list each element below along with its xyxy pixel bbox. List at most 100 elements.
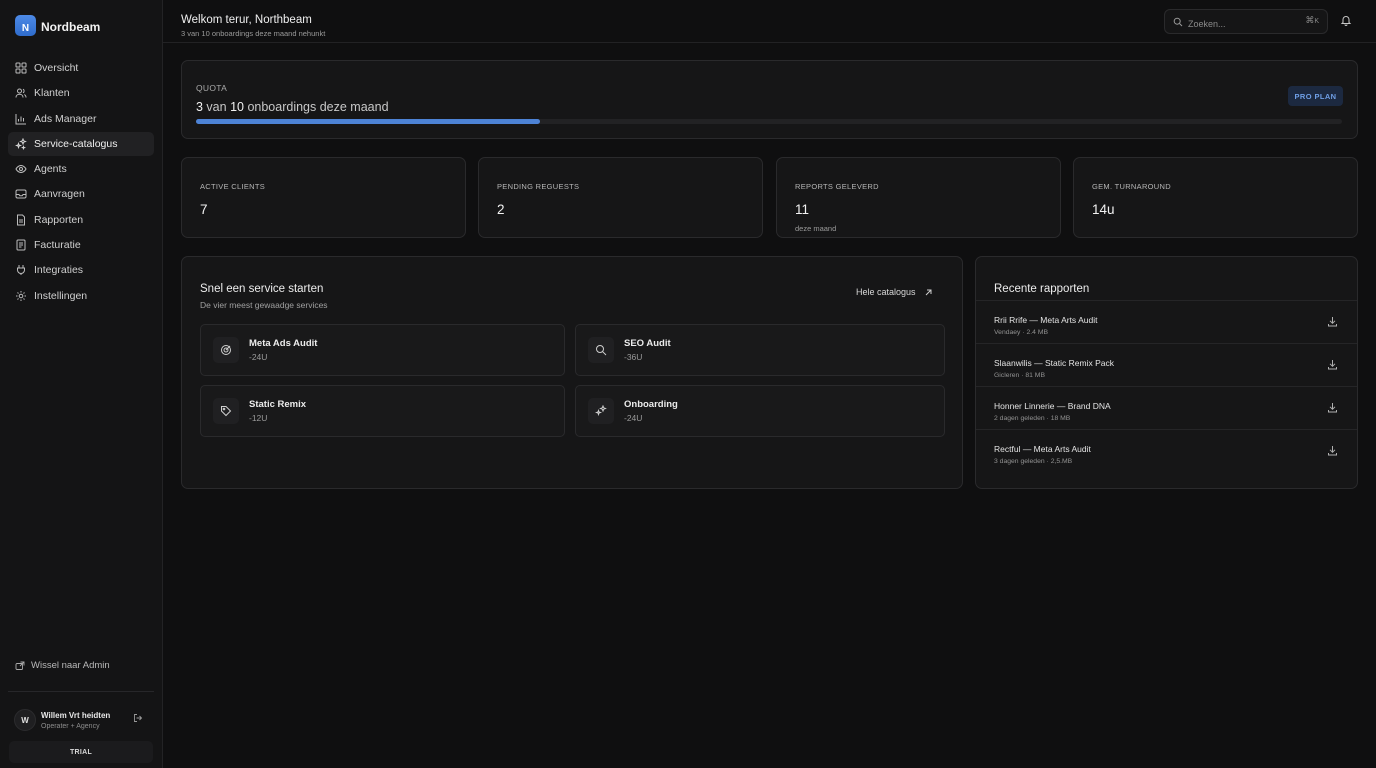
user-profile[interactable]: W Willem Vrt heidten Operater + Agency: [14, 709, 154, 731]
sidebar-item-klanten[interactable]: Klanten: [8, 81, 154, 105]
service-time: -12U: [249, 413, 268, 423]
quota-middle: van: [202, 100, 231, 114]
page-title: Welkom terur, Northbeam: [181, 14, 312, 26]
search-icon: [588, 337, 614, 363]
sidebar-item-label: Service-catalogus: [34, 137, 118, 150]
service-text: SEO Audit -36U: [624, 338, 671, 362]
report-meta: 3 dagen geleden · 2,5.MB: [994, 458, 1073, 465]
report-name: Honner Linnerie — Brand DNA: [994, 401, 1111, 411]
quota-used: 3: [196, 100, 203, 114]
file-icon: [15, 214, 27, 226]
report-name: Rectful — Meta Arts Audit: [994, 444, 1091, 454]
trial-badge[interactable]: TRIAL: [9, 741, 153, 763]
sidebar-item-agents[interactable]: Agents: [8, 157, 154, 181]
sidebar-item-instellingen[interactable]: Instellingen: [8, 284, 154, 308]
report-list: Rrii Rrife — Meta Arts Audit Vendaey · 2…: [976, 300, 1357, 472]
plan-badge[interactable]: PRO PLAN: [1288, 86, 1343, 106]
search-box[interactable]: ⌘K: [1164, 9, 1328, 34]
logout-icon[interactable]: [133, 713, 143, 723]
sparkles-icon: [588, 398, 614, 424]
quota-card: QUOTA 3 van 10 onboardings deze maand PR…: [181, 60, 1358, 139]
stat-card-reports-geleverd[interactable]: REPORTS GELEVERD 11 deze maand: [776, 157, 1061, 238]
service-name: Static Remix: [249, 399, 307, 410]
report-meta: Gicleren · 81 MB: [994, 372, 1045, 379]
search-icon: [1173, 17, 1183, 26]
quota-label: QUOTA: [196, 83, 228, 93]
shortcut-cmd: ⌘: [1305, 15, 1315, 25]
quota-progress-bar: [196, 119, 1342, 124]
page-subtitle: 3 van 10 onboardings deze maand nehunkt: [181, 29, 326, 38]
avatar: W: [14, 709, 36, 731]
sidebar-item-label: Oversicht: [34, 62, 79, 74]
inbox-icon: [15, 188, 27, 200]
sidebar-item-label: Instellingen: [34, 289, 88, 302]
quota-total: 10: [230, 100, 244, 114]
stat-label: PENDING REGUESTS: [497, 182, 580, 191]
list-item[interactable]: Rrii Rrife — Meta Arts Audit Vendaey · 2…: [976, 300, 1357, 343]
stat-label: GEM. TURNAROUND: [1092, 182, 1171, 191]
stat-sub: deze maand: [795, 224, 837, 233]
download-icon[interactable]: [1327, 402, 1338, 413]
brand[interactable]: N Nordbeam: [15, 15, 100, 36]
sidebar-item-label: Facturatie: [34, 239, 81, 252]
users-icon: [15, 87, 27, 99]
stat-card-active-clients[interactable]: ACTIVE CLIENTS 7: [181, 157, 466, 238]
sidebar-item-oversicht[interactable]: Oversicht: [8, 56, 154, 80]
stat-value: 2: [497, 202, 505, 217]
service-text: Static Remix -12U: [249, 399, 306, 423]
download-icon[interactable]: [1327, 445, 1338, 456]
service-onboarding[interactable]: Onboarding -24U: [575, 385, 945, 437]
sidebar-item-facturatie[interactable]: Facturatie: [8, 233, 154, 257]
service-seo-audit[interactable]: SEO Audit -36U: [575, 324, 945, 376]
sidebar-item-rapporten[interactable]: Rapporten: [8, 208, 154, 232]
tag-icon: [213, 398, 239, 424]
catalog-link-label: Hele catalogus: [856, 287, 916, 297]
sidebar-item-label: Aanvragen: [34, 188, 85, 201]
catalog-link[interactable]: Hele catalogus: [856, 287, 933, 297]
switch-admin-link[interactable]: Wissel naar Admin: [15, 660, 110, 671]
switch-icon: [15, 661, 25, 670]
user-text: Willem Vrt heidten Operater + Agency: [41, 711, 110, 730]
service-static-remix[interactable]: Static Remix -12U: [200, 385, 565, 437]
list-item[interactable]: Slaanwilis — Static Remix Pack Gicleren …: [976, 343, 1357, 386]
report-meta: Vendaey · 2.4 MB: [994, 329, 1049, 336]
receipt-icon: [15, 239, 27, 251]
sidebar-item-label: Rapporten: [34, 213, 84, 226]
download-icon[interactable]: [1327, 359, 1338, 370]
stat-card-pending-requests[interactable]: PENDING REGUESTS 2: [478, 157, 763, 238]
service-meta-ads-audit[interactable]: Meta Ads Audit -24U: [200, 324, 565, 376]
report-name: Slaanwilis — Static Remix Pack: [994, 358, 1114, 368]
search-input[interactable]: [1188, 19, 1298, 29]
list-item[interactable]: Rectful — Meta Arts Audit 3 dagen gelede…: [976, 429, 1357, 472]
quota-suffix: onboardings deze maand: [243, 100, 389, 114]
stat-value: 7: [200, 202, 208, 217]
sidebar-item-service-catalogus[interactable]: Service-catalogus: [8, 131, 154, 156]
service-text: Meta Ads Audit -24U: [249, 338, 317, 362]
plug-icon: [15, 264, 27, 276]
brand-logo: N: [15, 15, 36, 36]
sidebar-item-integraties[interactable]: Integraties: [8, 258, 154, 282]
search-shortcut: ⌘K: [1305, 15, 1319, 26]
sparkles-icon: [15, 137, 27, 150]
service-name: Meta Ads Audit: [249, 338, 318, 349]
sidebar-item-ads-manager[interactable]: Ads Manager: [8, 107, 154, 131]
arrow-up-right-icon: [925, 289, 932, 295]
sidebar-item-aanvragen[interactable]: Aanvragen: [8, 182, 154, 206]
bell-icon[interactable]: [1340, 14, 1352, 26]
sidebar-nav: Oversicht Klanten Ads Manager Service-ca…: [8, 56, 154, 309]
download-icon[interactable]: [1327, 316, 1338, 327]
service-time: -36U: [624, 352, 643, 362]
service-name: Onboarding: [624, 399, 678, 410]
target-icon: [213, 337, 239, 363]
service-text: Onboarding -24U: [624, 399, 678, 423]
quota-progress-fill: [196, 119, 540, 124]
report-name: Rrii Rrife — Meta Arts Audit: [994, 315, 1098, 325]
quick-start-subtitle: De vier meest gewaadge services: [200, 300, 328, 310]
sidebar-divider: [8, 691, 154, 692]
list-item[interactable]: Honner Linnerie — Brand DNA 2 dagen gele…: [976, 386, 1357, 429]
stat-value: 11: [795, 202, 810, 217]
quick-start-card: Snel een service starten De vier meest g…: [181, 256, 963, 489]
stat-card-gem-turnaround[interactable]: GEM. TURNAROUND 14u: [1073, 157, 1358, 238]
top-header: Welkom terur, Northbeam 3 van 10 onboard…: [163, 0, 1376, 43]
stat-value: 14u: [1092, 202, 1115, 217]
